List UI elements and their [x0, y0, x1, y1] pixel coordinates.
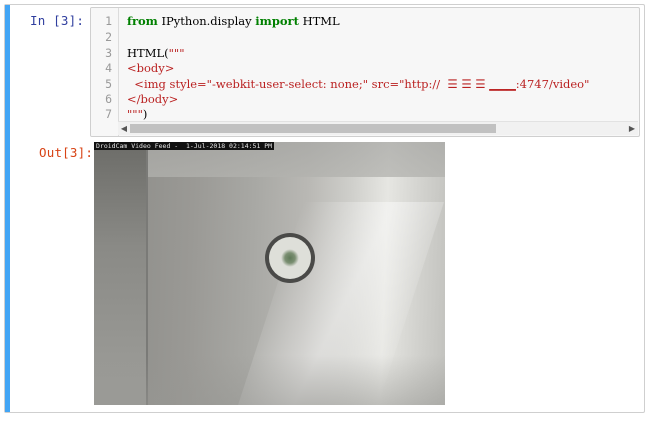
function-call: HTML(: [127, 46, 169, 60]
line-number: 1: [105, 14, 112, 28]
lower-shadow: [94, 355, 445, 405]
line-number: 3: [105, 46, 112, 60]
line-number-gutter: 1 2 3 4 5 6 7: [91, 8, 119, 136]
code-line-3[interactable]: HTML(""": [127, 46, 184, 60]
line-number: 6: [105, 92, 112, 106]
cell-selection-bar: [5, 5, 10, 412]
code-editor[interactable]: 1 2 3 4 5 6 7 from IPython.display impor…: [90, 7, 640, 137]
code-line-7[interactable]: """): [127, 107, 147, 121]
keyword-import: import: [255, 14, 299, 28]
input-prompt: In [3]:: [30, 13, 85, 28]
line-number: 4: [105, 61, 112, 75]
string-close: """: [127, 107, 143, 121]
line-number: 7: [105, 107, 112, 121]
webcam-output-image: DroidCam Video Feed - 1-Jul-2018 02:14:5…: [94, 142, 445, 405]
plate-face: [269, 237, 311, 279]
code-line-5[interactable]: <img style="-webkit-user-select: none;" …: [127, 77, 589, 91]
horizontal-scrollbar[interactable]: ◀ ▶: [118, 121, 638, 135]
module-name: IPython.display: [157, 14, 256, 28]
scroll-right-icon[interactable]: ▶: [626, 122, 638, 135]
scroll-left-icon[interactable]: ◀: [118, 122, 130, 135]
feed-timestamp-label: DroidCam Video Feed - 1-Jul-2018 02:14:5…: [94, 142, 275, 150]
code-line-1[interactable]: from IPython.display import HTML: [127, 14, 340, 28]
line-number: 5: [105, 77, 112, 91]
keyword-from: from: [127, 14, 158, 28]
string-open: """: [168, 46, 185, 60]
scroll-thumb[interactable]: [130, 124, 496, 133]
code-line-6[interactable]: </body>: [127, 92, 178, 106]
output-prompt: Out[3]:: [39, 145, 94, 160]
wall-plate-icon: [265, 233, 315, 283]
call-close: ): [142, 107, 148, 121]
import-name: HTML: [298, 14, 340, 28]
code-line-4[interactable]: <body>: [127, 61, 174, 75]
plate-motif: [281, 249, 299, 267]
line-number: 2: [105, 30, 112, 44]
